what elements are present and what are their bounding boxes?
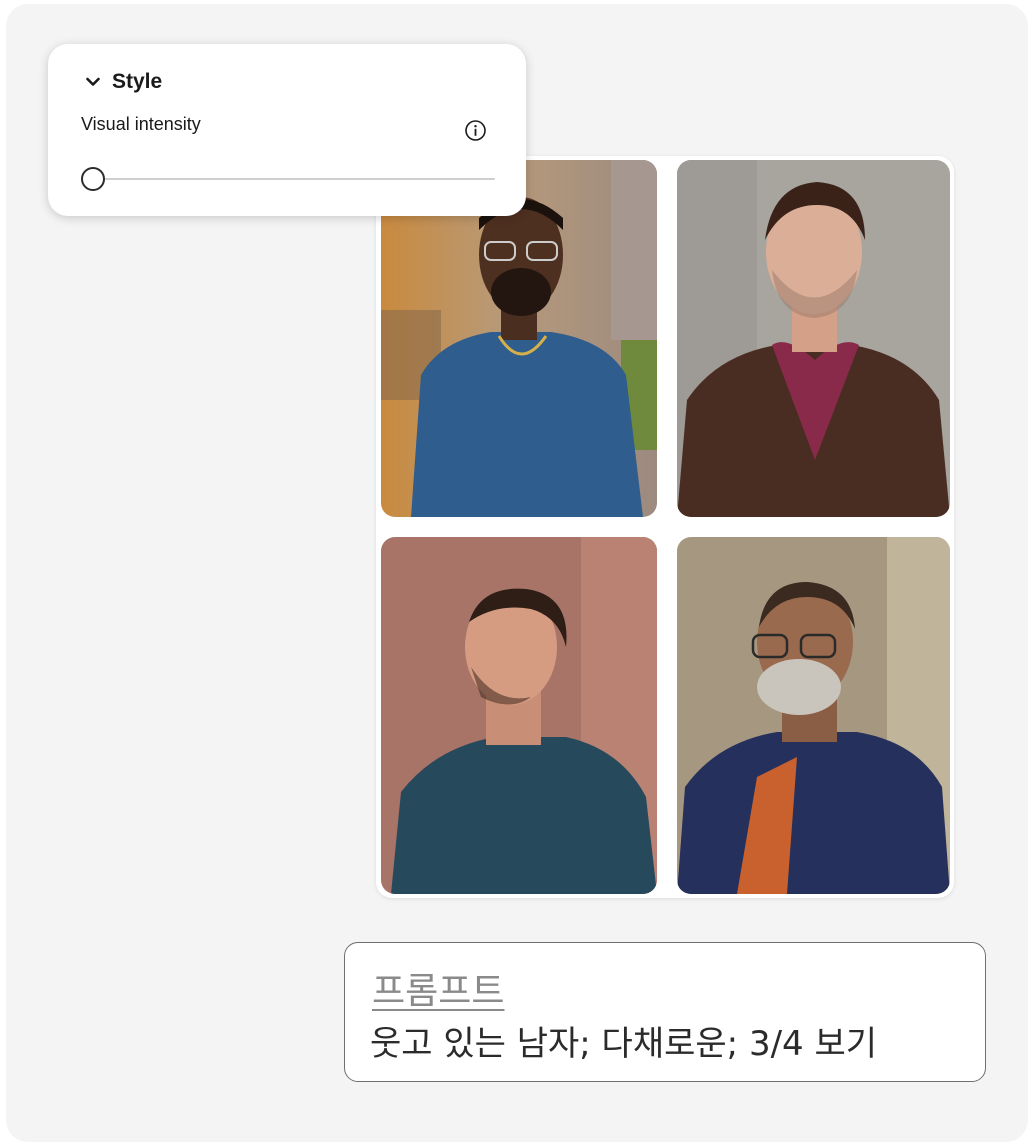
style-section-title: Style <box>112 70 163 93</box>
prompt-text: 웃고 있는 남자; 다채로운; 3/4 보기 <box>370 1024 878 1064</box>
portrait-image <box>677 537 950 894</box>
portrait-image <box>381 537 657 894</box>
image-tile-2[interactable] <box>677 160 950 517</box>
portrait-image <box>677 160 950 517</box>
prompt-heading: 프롬프트 <box>372 971 505 1012</box>
style-section-header[interactable]: Style <box>86 68 162 96</box>
slider-thumb[interactable] <box>81 167 105 191</box>
info-icon[interactable] <box>464 119 487 142</box>
visual-intensity-slider[interactable] <box>81 166 495 192</box>
slider-track[interactable] <box>101 178 495 180</box>
chevron-down-icon <box>86 77 100 86</box>
image-tile-4[interactable] <box>677 537 950 894</box>
visual-intensity-label: Visual intensity <box>81 114 201 134</box>
image-tile-3[interactable] <box>381 537 657 894</box>
